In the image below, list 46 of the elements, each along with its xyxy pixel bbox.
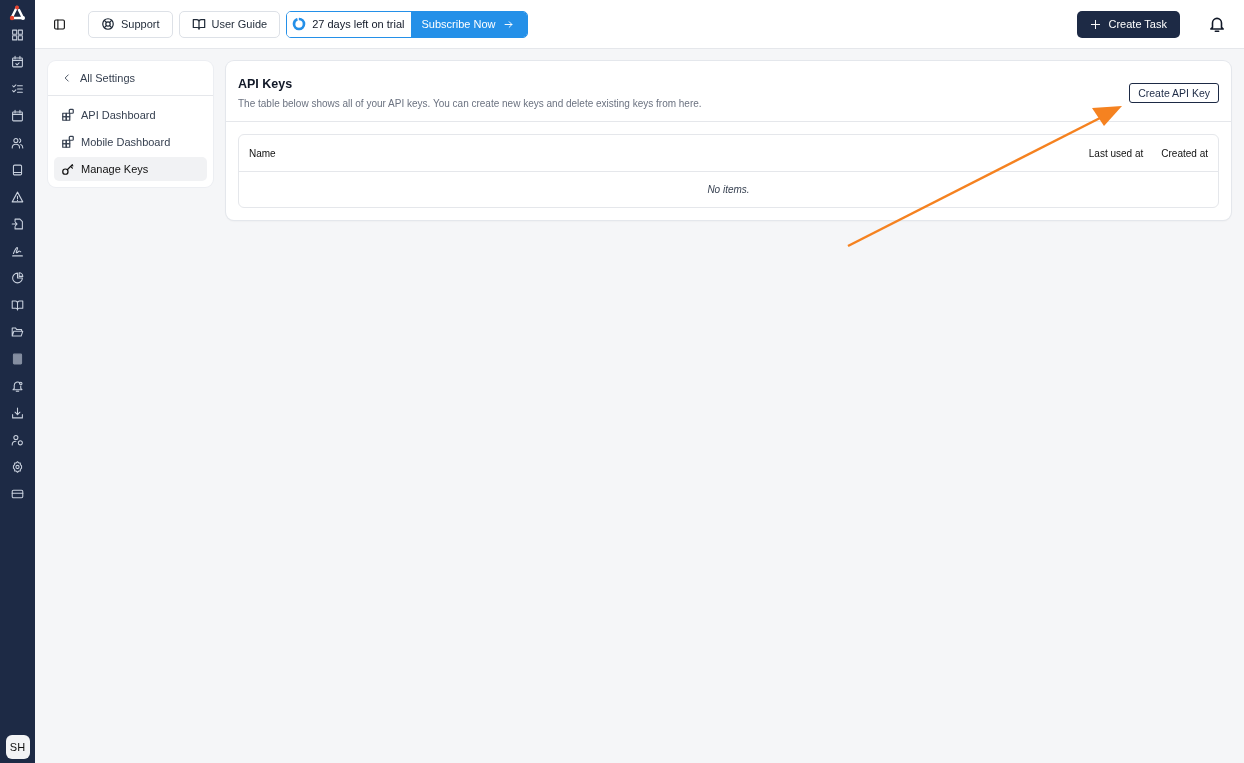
- panel-description: The table below shows all of your API keys. You can create new keys and delete existing keys from here.: [238, 98, 703, 109]
- panel-title: API Keys: [238, 77, 294, 91]
- blocks-icon: [61, 135, 75, 149]
- user-settings-icon[interactable]: [11, 433, 24, 447]
- download-icon[interactable]: [11, 406, 24, 420]
- nav-item[interactable]: API Dashboard: [54, 103, 207, 127]
- pie-chart-icon[interactable]: [11, 271, 24, 285]
- chevron-left-icon: [62, 73, 72, 83]
- nav-item[interactable]: Mobile Dashboard: [54, 130, 207, 154]
- column-header: Last used at: [1088, 147, 1144, 159]
- toolbar-button[interactable]: Support: [88, 10, 173, 38]
- column-header: Created at: [1161, 147, 1208, 159]
- back-link[interactable]: All Settings: [48, 61, 213, 96]
- folder-icon[interactable]: [11, 325, 24, 339]
- grid-icon[interactable]: [11, 28, 24, 42]
- open-book-icon: [191, 17, 206, 31]
- calendar-check-icon[interactable]: [11, 55, 24, 69]
- card-icon[interactable]: [11, 487, 24, 501]
- column-header: Name: [249, 147, 277, 159]
- nav-item[interactable]: Manage Keys: [54, 157, 207, 181]
- blocks-icon: [61, 108, 75, 122]
- file-import-icon[interactable]: [11, 217, 24, 231]
- trial-status: 27 days left on trial: [312, 18, 405, 30]
- arrow-right-icon: [502, 18, 514, 30]
- logo-icon[interactable]: [7, 5, 28, 23]
- document-icon[interactable]: [11, 352, 24, 366]
- bell-icon: [1208, 15, 1226, 33]
- toolbar-button[interactable]: User Guide: [178, 10, 281, 38]
- create-task-button[interactable]: Create Task: [1076, 10, 1180, 38]
- settings-icon[interactable]: [11, 460, 24, 474]
- create-api-key-button[interactable]: Create API Key: [1129, 83, 1219, 103]
- warning-icon[interactable]: [11, 190, 24, 204]
- users-icon[interactable]: [11, 136, 24, 150]
- open-book-icon[interactable]: [11, 298, 24, 312]
- calendar-icon[interactable]: [11, 109, 24, 123]
- book-icon[interactable]: [11, 163, 24, 177]
- bell-alert-icon[interactable]: [11, 379, 24, 393]
- lifebuoy-icon: [101, 17, 115, 31]
- signature-icon[interactable]: [11, 244, 24, 258]
- checklist-icon[interactable]: [11, 82, 24, 96]
- empty-message: No items.: [707, 184, 750, 195]
- ring-icon: [291, 16, 308, 32]
- sidebar-toggle-icon: [53, 17, 66, 31]
- key-icon: [61, 162, 75, 176]
- user-avatar[interactable]: SH: [5, 735, 30, 759]
- plus-icon: [1089, 18, 1101, 30]
